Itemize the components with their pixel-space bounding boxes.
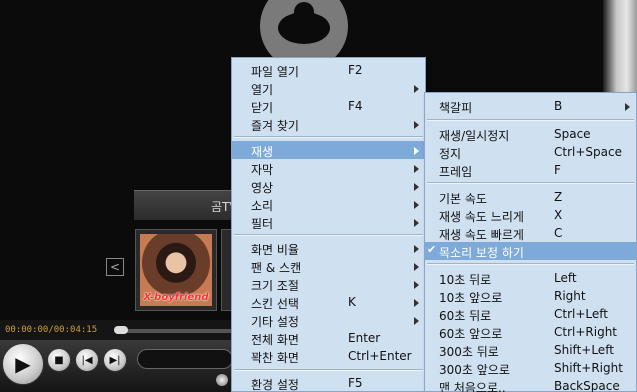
menu-item-favorites[interactable]: 즐겨 찾기	[232, 115, 425, 133]
stop-icon: ■	[54, 354, 64, 366]
menu-separator	[427, 263, 634, 265]
submenu-arrow-icon	[414, 121, 419, 129]
playback-submenu: 책갈피 B 재생/일시정지 Space 정지 Ctrl+Space 프레임 F 기본 속…	[424, 92, 637, 392]
control-knob[interactable]	[216, 374, 228, 386]
menu-item-back-60s[interactable]: 60초 뒤로 Ctrl+Left	[425, 305, 636, 323]
submenu-arrow-icon	[414, 183, 419, 191]
play-icon: ▶	[15, 352, 31, 376]
menu-item-pan-scan[interactable]: 팬 & 스캔	[232, 257, 425, 275]
submenu-arrow-icon	[414, 299, 419, 307]
thumbnail-prev-button[interactable]: <	[106, 258, 124, 276]
skip-previous-icon: |◀	[81, 354, 93, 366]
menu-item-bookmarks[interactable]: 책갈피 B	[425, 97, 636, 115]
submenu-arrow-icon	[414, 201, 419, 209]
menu-item-frame[interactable]: 프레임 F	[425, 161, 636, 179]
menu-item-back-10s[interactable]: 10초 뒤로 Left	[425, 269, 636, 287]
play-button[interactable]: ▶	[2, 343, 44, 385]
menu-item-close[interactable]: 닫기 F4	[232, 97, 425, 115]
time-readout: 00:00:00/00:04:15	[5, 325, 98, 335]
menu-item-slower[interactable]: 재생 속도 느리게 X	[425, 206, 636, 224]
chevron-left-icon: <	[109, 260, 121, 274]
menu-item-other-settings[interactable]: 기타 설정	[232, 311, 425, 329]
volume-slider[interactable]	[137, 349, 233, 369]
menu-item-subtitles[interactable]: 자막	[232, 159, 425, 177]
menu-separator	[427, 119, 634, 121]
submenu-arrow-icon	[414, 85, 419, 93]
checkmark-icon: ✔	[427, 243, 437, 256]
menu-item-stop[interactable]: 정지 Ctrl+Space	[425, 143, 636, 161]
menu-item-video[interactable]: 영상	[232, 177, 425, 195]
menu-item-filter[interactable]: 필터	[232, 213, 425, 231]
menu-separator	[234, 136, 423, 138]
menu-item-fill-screen[interactable]: 꽉찬 화면 Ctrl+Enter	[232, 347, 425, 365]
submenu-arrow-icon	[414, 165, 419, 173]
menu-item-preferences[interactable]: 환경 설정 F5	[232, 374, 425, 392]
menu-item-forward-60s[interactable]: 60초 앞으로 Ctrl+Right	[425, 323, 636, 341]
menu-separator	[427, 182, 634, 184]
submenu-arrow-icon	[414, 317, 419, 325]
menu-item-play-pause[interactable]: 재생/일시정지 Space	[425, 125, 636, 143]
stop-button[interactable]: ■	[47, 348, 71, 372]
previous-button[interactable]: |◀	[75, 348, 99, 372]
menu-item-back-300s[interactable]: 300초 뒤로 Shift+Left	[425, 341, 636, 359]
menu-item-fullscreen[interactable]: 전체 화면 Enter	[232, 329, 425, 347]
menu-item-forward-300s[interactable]: 300초 앞으로 Shift+Right	[425, 359, 636, 377]
menu-item-normal-speed[interactable]: 기본 속도 Z	[425, 188, 636, 206]
menu-item-voice-correction[interactable]: ✔ 목소리 보정 하기	[425, 242, 636, 260]
submenu-arrow-icon	[414, 245, 419, 253]
submenu-arrow-icon	[414, 219, 419, 227]
menu-item-open[interactable]: 열기	[232, 79, 425, 97]
submenu-arrow-icon	[625, 103, 630, 111]
next-button[interactable]: ▶|	[103, 348, 127, 372]
thumbnail-item[interactable]: X-boyfriend	[135, 229, 217, 311]
menu-item-aspect-ratio[interactable]: 화면 비율	[232, 239, 425, 257]
menu-separator	[234, 234, 423, 236]
context-menu: 파일 열기 F2 열기 닫기 F4 즐겨 찾기 재생 자막 영상 소리 필터 화면 …	[231, 57, 426, 392]
menu-item-faster[interactable]: 재생 속도 빠르게 C	[425, 224, 636, 242]
submenu-arrow-icon	[414, 281, 419, 289]
seek-bar[interactable]	[115, 329, 235, 333]
menu-item-open-file[interactable]: 파일 열기 F2	[232, 61, 425, 79]
menu-item-resize[interactable]: 크기 조절	[232, 275, 425, 293]
submenu-arrow-icon	[414, 263, 419, 271]
menu-separator	[234, 369, 423, 371]
menu-item-skin-select[interactable]: 스킨 선택 K	[232, 293, 425, 311]
menu-item-forward-10s[interactable]: 10초 앞으로 Right	[425, 287, 636, 305]
skip-next-icon: ▶|	[109, 354, 121, 366]
seek-handle[interactable]	[114, 326, 128, 334]
thumbnail-caption: X-boyfriend	[143, 292, 209, 303]
submenu-arrow-icon	[414, 147, 419, 155]
menu-item-go-to-start[interactable]: 맨 처음으로.. BackSpace	[425, 377, 636, 392]
menu-item-playback[interactable]: 재생	[232, 141, 425, 159]
menu-item-audio[interactable]: 소리	[232, 195, 425, 213]
